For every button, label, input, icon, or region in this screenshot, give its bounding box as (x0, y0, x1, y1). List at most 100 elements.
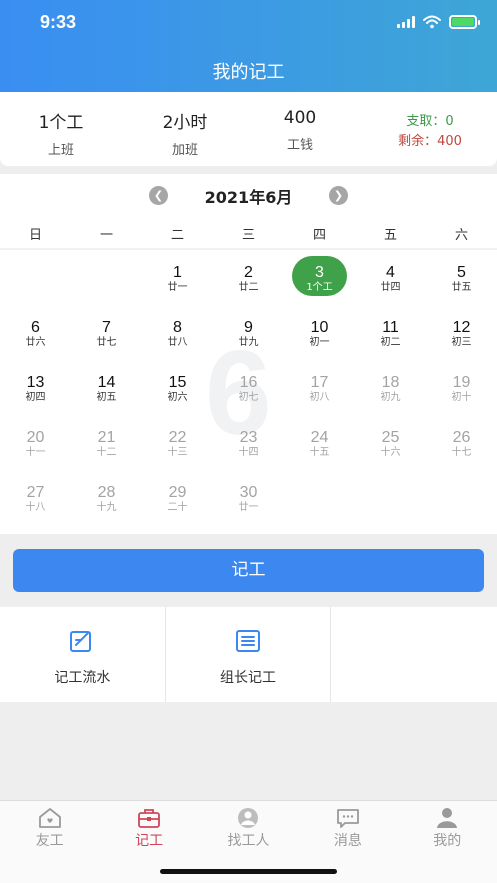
day-cell[interactable]: 19 初十 (426, 368, 497, 423)
day-cell[interactable]: 27 十八 (0, 478, 71, 533)
weekday-header: 日一二三四五六 (0, 224, 497, 243)
day-number: 19 (452, 374, 471, 391)
lunar-date: 廿六 (25, 337, 46, 348)
leader-record-button[interactable]: 组长记工 (166, 607, 332, 702)
work-log-button[interactable]: 记工流水 (0, 607, 166, 702)
lunar-date: 廿九 (238, 337, 259, 348)
month-navigation: ❮ 2021年6月 ❯ (0, 182, 497, 208)
work-days-value: 1个工 (38, 113, 84, 133)
day-cell[interactable]: 11 初二 (355, 313, 426, 368)
day-number: 5 (457, 264, 466, 281)
empty-day-cell (0, 258, 71, 313)
tab-label: 友工 (35, 833, 64, 849)
lunar-date: 二十 (167, 502, 188, 513)
day-cell[interactable]: 23 十四 (213, 423, 284, 478)
weekday-label: 日 (28, 228, 42, 243)
day-cell[interactable]: 29 二十 (142, 478, 213, 533)
chevron-right-icon[interactable]: ❯ (329, 186, 348, 205)
day-cell[interactable]: 5 廿五 (426, 258, 497, 313)
lunar-date: 廿二 (238, 282, 259, 293)
divider (0, 248, 497, 250)
signal-icon (397, 16, 415, 28)
lunar-date: 初六 (167, 392, 188, 403)
overtime-value: 2小时 (162, 113, 208, 133)
lunar-date: 1个工 (306, 282, 333, 293)
lunar-date: 廿一 (167, 282, 188, 293)
lunar-date: 廿四 (380, 282, 401, 293)
day-number: 18 (381, 374, 400, 391)
work-days-label: 上班 (47, 143, 74, 158)
work-summary: 1个工 上班 2小时 加班 400 工钱 支取：0 剩余：400 (0, 92, 497, 166)
tab-friends[interactable]: 友工 (0, 801, 99, 883)
day-cell[interactable]: 17 初八 (284, 368, 355, 423)
record-work-button[interactable]: 记工 (13, 549, 484, 592)
wage-value: 400 (283, 108, 317, 128)
day-number: 7 (102, 319, 111, 336)
day-cell[interactable]: 14 初五 (71, 368, 142, 423)
day-number: 25 (381, 429, 400, 446)
day-cell[interactable]: 15 初六 (142, 368, 213, 423)
day-cell[interactable]: 25 十六 (355, 423, 426, 478)
lunar-date: 初八 (309, 392, 330, 403)
lunar-date: 十三 (167, 447, 188, 458)
lunar-date: 十二 (96, 447, 117, 458)
tab-profile[interactable]: 我的 (398, 801, 497, 883)
day-cell[interactable]: 20 十一 (0, 423, 71, 478)
section-divider (0, 534, 497, 542)
day-cell[interactable]: 18 初九 (355, 368, 426, 423)
lunar-date: 初二 (380, 337, 401, 348)
lunar-date: 十一 (25, 447, 46, 458)
lunar-date: 初七 (238, 392, 259, 403)
status-icons (397, 15, 480, 29)
day-cell[interactable]: 12 初三 (426, 313, 497, 368)
day-cell[interactable]: 6 廿六 (0, 313, 71, 368)
day-cell[interactable]: 21 十二 (71, 423, 142, 478)
weekday-label: 三 (241, 228, 255, 243)
day-cell[interactable]: 24 十五 (284, 423, 355, 478)
weekday-label: 六 (454, 228, 468, 243)
day-number: 30 (239, 484, 258, 501)
weekday-label: 四 (312, 228, 326, 243)
day-cell[interactable]: 2 廿二 (213, 258, 284, 313)
tab-label: 消息 (333, 833, 362, 849)
balance-info: 支取：0 剩余：400 (380, 112, 480, 152)
day-cell[interactable]: 26 十七 (426, 423, 497, 478)
wage-label: 工钱 (286, 138, 313, 153)
app-header: 9:33 我的记工 (0, 0, 497, 92)
day-cell[interactable]: 4 廿四 (355, 258, 426, 313)
tab-label: 记工 (135, 833, 164, 849)
day-number: 20 (26, 429, 45, 446)
battery-icon (449, 15, 480, 29)
day-cell[interactable]: 22 十三 (142, 423, 213, 478)
day-cell[interactable]: 7 廿七 (71, 313, 142, 368)
empty-day-cell (71, 258, 142, 313)
work-days-stat: 1个工 上班 (6, 108, 116, 158)
day-cell[interactable]: 8 廿八 (142, 313, 213, 368)
day-number: 2 (244, 264, 253, 281)
day-number: 3 (315, 264, 324, 281)
home-heart-icon (38, 808, 61, 828)
day-cell[interactable]: 16 初七 (213, 368, 284, 423)
day-number: 15 (168, 374, 187, 391)
tab-label: 找工人 (227, 833, 270, 849)
empty-action-slot (331, 607, 497, 702)
day-cell[interactable]: 1 廿一 (142, 258, 213, 313)
month-title: 2021年6月 (204, 188, 293, 207)
overtime-label: 加班 (171, 143, 198, 158)
lunar-date: 初一 (309, 337, 330, 348)
day-cell[interactable]: 10 初一 (284, 313, 355, 368)
day-cell[interactable]: 9 廿九 (213, 313, 284, 368)
day-number: 9 (244, 319, 253, 336)
lunar-date: 廿一 (238, 502, 259, 513)
day-number: 12 (452, 319, 471, 336)
day-number: 16 (239, 374, 258, 391)
lunar-date: 初十 (451, 392, 472, 403)
day-cell[interactable]: 28 十九 (71, 478, 142, 533)
lunar-date: 十四 (238, 447, 259, 458)
day-cell[interactable]: 13 初四 (0, 368, 71, 423)
day-cell[interactable]: 30 廿一 (213, 478, 284, 533)
day-number: 24 (310, 429, 329, 446)
lunar-date: 十五 (309, 447, 330, 458)
lunar-date: 廿八 (167, 337, 188, 348)
day-cell-selected[interactable]: 3 1个工 (284, 256, 355, 313)
